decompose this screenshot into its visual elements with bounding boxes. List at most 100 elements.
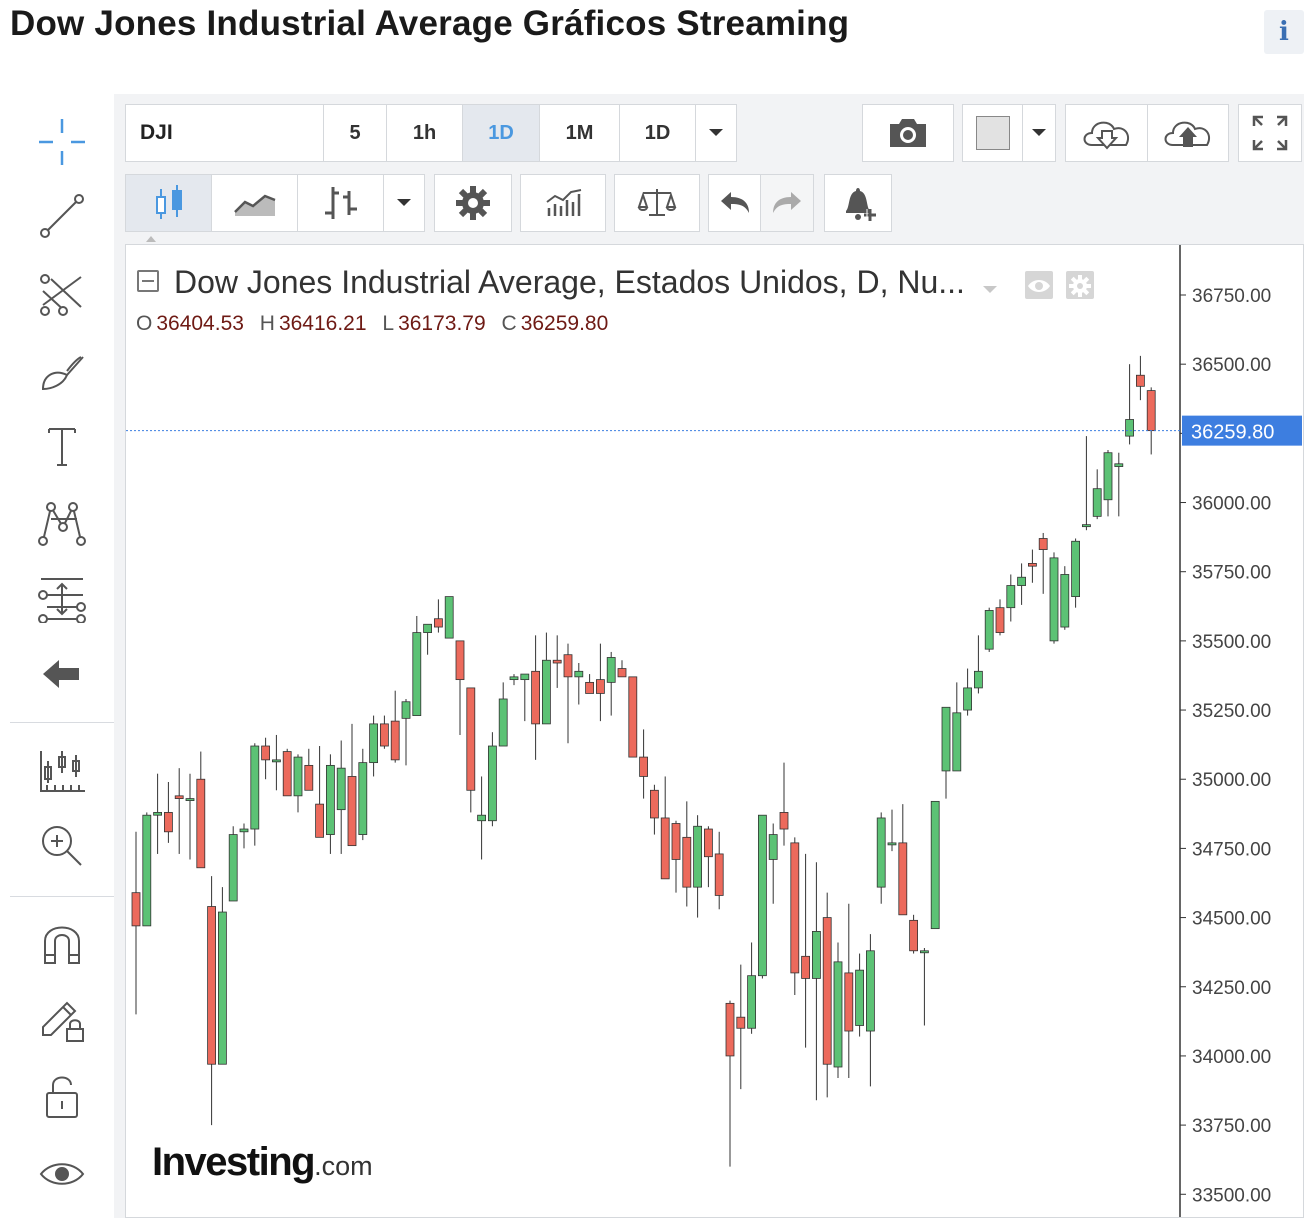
candles-icon[interactable] <box>126 175 212 231</box>
interval-1d-active[interactable]: 1D <box>463 105 540 161</box>
pitchfork-icon[interactable] <box>32 264 92 324</box>
indicators-icon <box>521 175 605 231</box>
candle-up <box>239 828 249 833</box>
candle-up <box>606 657 616 683</box>
y-tick-label: 36750.00 <box>1192 286 1271 307</box>
bars-icon[interactable] <box>298 175 384 231</box>
settings-button[interactable] <box>434 174 512 232</box>
candle-up <box>574 670 584 678</box>
zoom-in-icon[interactable] <box>32 816 92 876</box>
candle-up <box>930 800 940 930</box>
lock-drawing-icon[interactable] <box>32 990 92 1050</box>
candle-up <box>185 798 195 801</box>
fullscreen-button[interactable] <box>1238 104 1302 162</box>
chart-area[interactable]: 36750.0036500.0036250.0036000.0035750.00… <box>125 244 1304 1218</box>
low-label: L <box>382 312 395 335</box>
y-tick-label: 34000.00 <box>1192 1047 1271 1068</box>
candle-down <box>671 823 681 860</box>
candle-up <box>974 670 983 689</box>
interval-1d[interactable]: 1D <box>620 105 696 161</box>
color-picker[interactable] <box>962 104 1056 162</box>
measure-icon[interactable] <box>32 740 92 800</box>
candle-down <box>779 812 789 830</box>
candle-down <box>563 654 573 678</box>
fibonacci-icon[interactable] <box>32 568 92 628</box>
logo-domain: .com <box>314 1151 373 1181</box>
candle-up <box>1071 540 1080 598</box>
candle-down <box>466 687 476 791</box>
candle-up <box>444 596 454 639</box>
y-tick-label: 33750.00 <box>1192 1116 1271 1137</box>
candle-up <box>833 961 843 1068</box>
area-chart-icon[interactable] <box>212 175 298 231</box>
back-arrow-icon[interactable] <box>32 644 92 704</box>
y-tick-label: 36000.00 <box>1192 494 1271 515</box>
redo-icon[interactable] <box>761 175 813 231</box>
undo-icon[interactable] <box>709 175 761 231</box>
candle-down <box>628 676 638 758</box>
candle-up <box>747 975 756 1029</box>
gear-icon[interactable] <box>1065 270 1094 299</box>
candle-up <box>768 834 778 860</box>
candle-up <box>509 676 519 681</box>
candle-down <box>174 795 184 799</box>
candle-down <box>1038 538 1048 550</box>
eye-icon[interactable] <box>1024 270 1053 299</box>
pattern-icon[interactable] <box>32 492 92 552</box>
info-button[interactable]: i <box>1264 10 1304 54</box>
symbol-input[interactable]: DJI <box>126 105 324 161</box>
eye-icon[interactable] <box>32 1144 92 1204</box>
drawing-toolbar <box>10 94 114 1218</box>
chevron-down-icon[interactable] <box>696 105 736 161</box>
compare-button[interactable] <box>614 174 700 232</box>
collapse-toolbar-arrow[interactable] <box>146 236 156 242</box>
candle-down <box>379 723 389 747</box>
candlestick-chart[interactable]: 36750.0036500.0036250.0036000.0035750.00… <box>126 245 1304 1218</box>
cloud-download-icon[interactable] <box>1066 105 1148 161</box>
candle-down <box>801 955 810 979</box>
unlock-icon[interactable] <box>32 1066 92 1126</box>
candle-up <box>358 762 368 835</box>
chevron-down-icon[interactable] <box>982 266 998 303</box>
y-tick-label: 35250.00 <box>1192 701 1271 722</box>
y-tick-label: 35500.00 <box>1192 632 1271 653</box>
ohlc-readout: O 36404.53 H 36416.21 L 36173.79 C 36259.80 <box>136 312 618 336</box>
cloud-upload-icon[interactable] <box>1148 105 1228 161</box>
interval-1m[interactable]: 1M <box>540 105 620 161</box>
candle-up <box>984 610 994 650</box>
candle-down <box>1136 374 1145 387</box>
alert-bell-plus-icon <box>825 175 891 231</box>
candle-up <box>477 814 487 822</box>
legend-symbol-name: Dow Jones Industrial Average, Estados Un… <box>174 264 965 300</box>
magnet-icon[interactable] <box>32 914 92 974</box>
gear-icon <box>435 175 511 231</box>
alert-button[interactable] <box>824 174 892 232</box>
indicators-button[interactable] <box>520 174 606 232</box>
trend-line-icon[interactable] <box>32 186 92 246</box>
crosshair-icon[interactable] <box>32 112 92 172</box>
high-value: 36416.21 <box>278 312 367 335</box>
candle-down <box>455 640 465 681</box>
candle-down <box>736 1016 746 1029</box>
text-icon[interactable] <box>32 416 92 476</box>
chevron-down-icon[interactable] <box>384 175 424 231</box>
investing-logo: Investing.com <box>152 1140 373 1185</box>
candle-up <box>228 834 238 902</box>
interval-1h[interactable]: 1h <box>387 105 463 161</box>
candle-up <box>153 812 163 816</box>
candle-down <box>433 618 443 628</box>
chevron-down-icon[interactable] <box>1023 105 1055 161</box>
legend-collapse-toggle[interactable] <box>137 270 159 292</box>
candle-up <box>876 817 886 888</box>
candle-up <box>336 767 346 811</box>
candle-up <box>142 814 152 927</box>
legend-title: Dow Jones Industrial Average, Estados Un… <box>174 264 1094 303</box>
snapshot-button[interactable] <box>862 104 954 162</box>
candle-down <box>552 659 562 664</box>
interval-5[interactable]: 5 <box>324 105 387 161</box>
candle-up <box>498 698 508 747</box>
brush-icon[interactable] <box>32 340 92 400</box>
candle-down <box>1028 562 1037 567</box>
candle-up <box>920 950 929 954</box>
open-label: O <box>136 312 153 335</box>
